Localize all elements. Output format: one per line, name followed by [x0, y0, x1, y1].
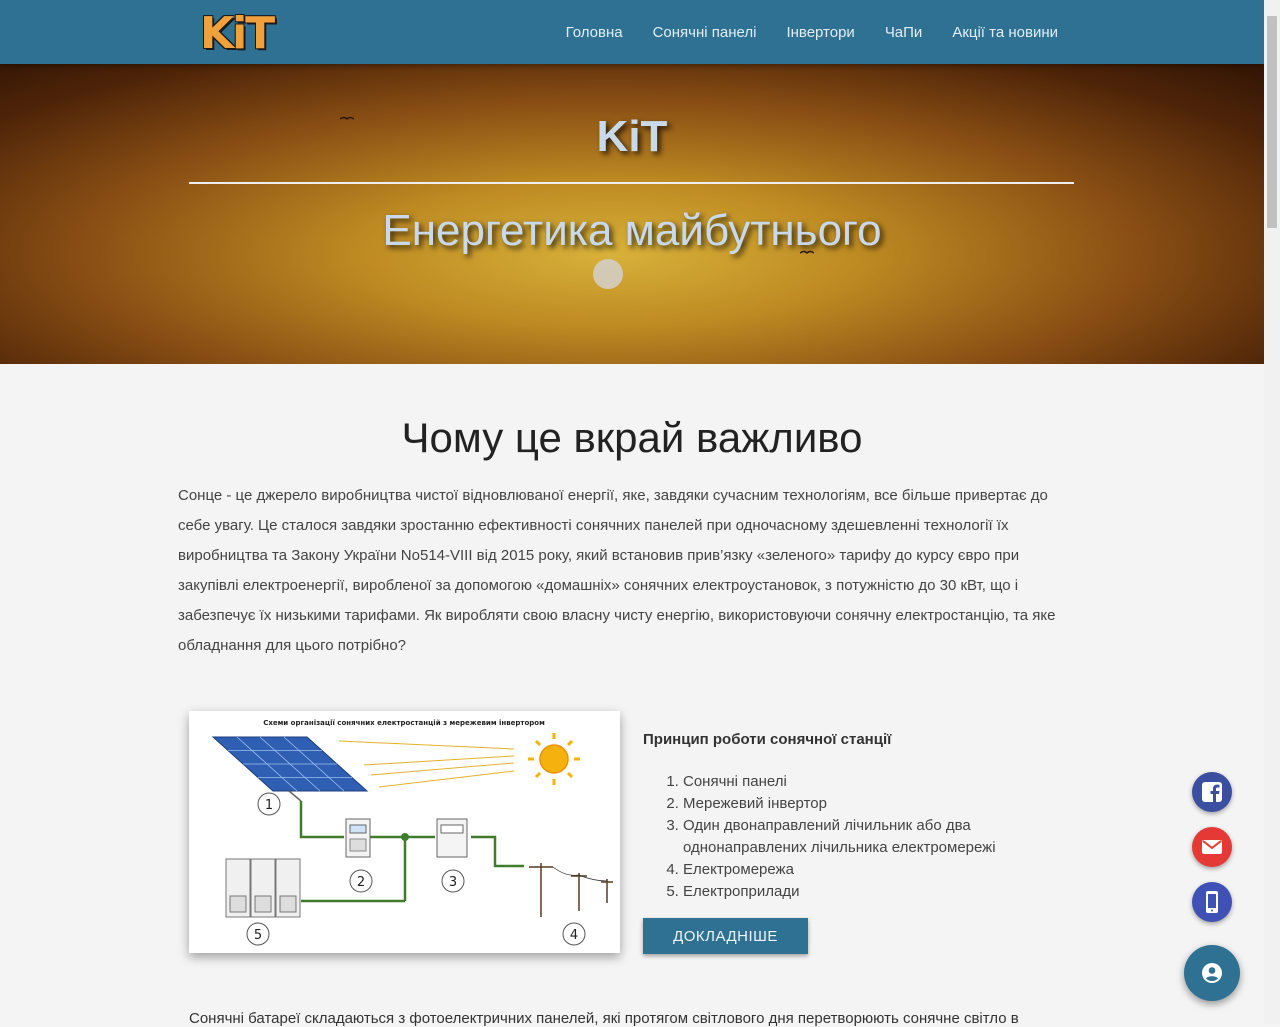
hero-banner: KiT Енергетика майбутнього — [0, 64, 1264, 364]
nav-link-home[interactable]: Головна — [566, 24, 623, 41]
solar-station-diagram: Схеми організації сонячних електростанці… — [189, 711, 620, 953]
diagram-title: Схеми організації сонячних електростанці… — [263, 719, 545, 727]
wiring — [299, 801, 524, 903]
mail-button[interactable] — [1192, 827, 1232, 867]
sun-glow — [593, 259, 623, 289]
nav-links: Головна Сонячні панелі Інвертори ЧаПи Ак… — [536, 0, 1058, 64]
list-item: Електромережа — [683, 859, 1083, 881]
diagram-label-3: 3 — [449, 875, 457, 890]
logo[interactable]: KiT — [200, 8, 280, 60]
mail-icon — [1202, 840, 1222, 854]
scrollbar-thumb[interactable] — [1267, 16, 1277, 228]
power-line-icon — [529, 863, 613, 917]
principle-title: Принцип роботи сонячної станції — [643, 731, 892, 748]
page-scrollbar[interactable] — [1264, 0, 1280, 1024]
bottom-paragraph: Сонячні батареї складаються з фотоелектр… — [189, 1010, 1019, 1027]
diagram-label-2: 2 — [357, 875, 365, 890]
hero-subtitle: Енергетика майбутнього — [382, 206, 882, 255]
intro-paragraph: Сонце - це джерело виробництва чистої ві… — [178, 487, 1056, 654]
section-heading: Чому це вкрай важливо — [401, 414, 863, 461]
list-item: Мережевий інвертор — [683, 793, 1083, 815]
sun-rays — [338, 740, 515, 788]
account-icon — [1202, 963, 1222, 983]
diagram-label-5: 5 — [254, 928, 262, 943]
navbar: KiT Головна Сонячні панелі Інвертори ЧаП… — [0, 0, 1264, 64]
appliances-icon — [225, 858, 301, 918]
hero-divider — [189, 182, 1074, 184]
inverter-icon — [345, 818, 371, 858]
more-button[interactable]: ДОКЛАДНІШЕ — [643, 918, 808, 954]
contact-button[interactable] — [1184, 945, 1240, 1001]
facebook-button[interactable] — [1192, 772, 1232, 812]
principle-steps: Сонячні панелі Мережевий інвертор Один д… — [643, 771, 1083, 903]
list-item: Один двонаправлений лічильник або два од… — [683, 815, 1083, 859]
nav-link-solar-panels[interactable]: Сонячні панелі — [653, 24, 757, 41]
solar-panel-icon — [211, 736, 369, 802]
phone-button[interactable] — [1192, 882, 1232, 922]
diagram-label-1: 1 — [265, 798, 273, 813]
list-item: Сонячні панелі — [683, 771, 1083, 793]
nav-link-inverters[interactable]: Інвертори — [786, 24, 854, 41]
meter-icon — [436, 818, 468, 858]
list-item: Електроприлади — [683, 881, 1083, 903]
facebook-icon — [1202, 782, 1222, 802]
diagram-label-4: 4 — [570, 928, 578, 943]
nav-link-news[interactable]: Акції та новини — [952, 24, 1058, 41]
nav-link-faq[interactable]: ЧаПи — [885, 24, 923, 41]
sun-icon — [528, 733, 580, 785]
hero-title: KiT — [596, 112, 668, 161]
phone-icon — [1206, 891, 1218, 913]
